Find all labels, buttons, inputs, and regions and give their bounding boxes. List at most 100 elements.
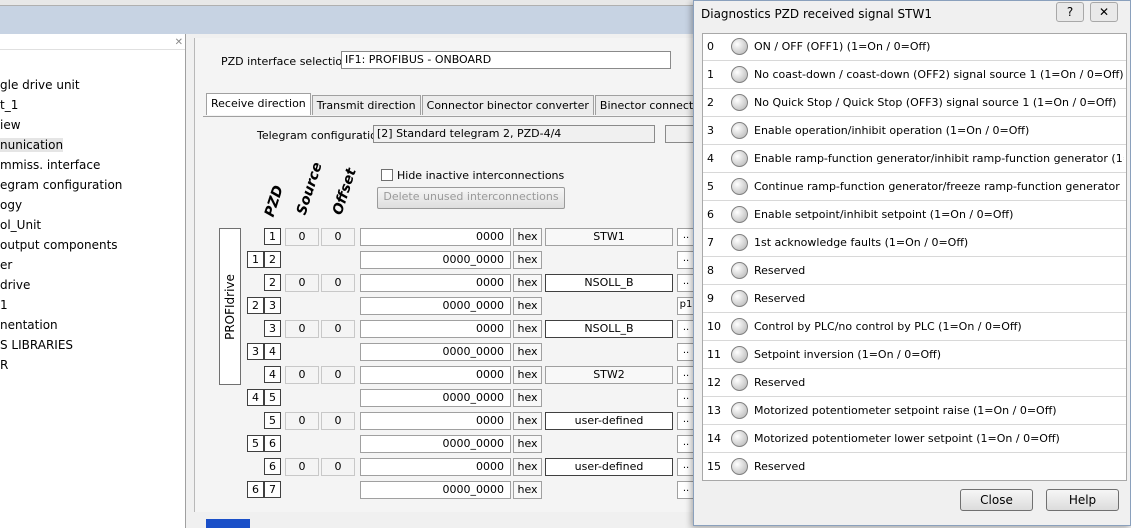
status-led-icon	[731, 234, 748, 251]
tree-item[interactable]: t_1	[0, 98, 18, 112]
close-icon[interactable]: ✕	[1090, 2, 1118, 22]
offset-value: 0	[321, 412, 355, 430]
status-led-icon	[731, 150, 748, 167]
tab-transmit-direction[interactable]: Transmit direction	[311, 95, 421, 115]
pzd-number: 4	[264, 366, 281, 383]
pzd-value-field[interactable]: 0000	[360, 366, 511, 384]
tree-item[interactable]: gle drive unit	[0, 78, 80, 92]
title-band	[0, 6, 700, 34]
bit-description: Control by PLC/no control by PLC (1=On /…	[754, 320, 1022, 333]
hex-button[interactable]: hex	[513, 435, 542, 453]
tab-receive-direction[interactable]: Receive direction	[206, 93, 311, 115]
bit-number: 7	[707, 236, 714, 249]
pzd-number: 2	[264, 274, 281, 291]
source-value: 0	[285, 458, 319, 476]
bit-description: No Quick Stop / Quick Stop (OFF3) signal…	[754, 96, 1117, 109]
help-button[interactable]: Help	[1046, 489, 1119, 511]
pzd-double-value-field[interactable]: 0000_0000	[360, 251, 511, 269]
pzd-value-field[interactable]: 0000	[360, 320, 511, 338]
pzd-double-value-field[interactable]: 0000_0000	[360, 389, 511, 407]
bit-row: 4 Enable ramp-function generator/inhibit …	[703, 146, 1126, 173]
bit-number: 2	[707, 96, 714, 109]
bit-number: 12	[707, 376, 721, 389]
pzd-value-field[interactable]: 0000	[360, 458, 511, 476]
signal-name-box[interactable]: user-defined	[545, 458, 673, 476]
bit-row: 6 Enable setpoint/inhibit setpoint (1=On …	[703, 202, 1126, 229]
pzd-double-value-field[interactable]: 0000_0000	[360, 297, 511, 315]
bit-row: 1 No coast-down / coast-down (OFF2) signa…	[703, 62, 1126, 89]
bit-row: 14 Motorized potentiometer lower setpoint…	[703, 426, 1126, 453]
pzd-double-value-field[interactable]: 0000_0000	[360, 343, 511, 361]
source-value: 0	[285, 228, 319, 246]
tree-item[interactable]: er	[0, 258, 12, 272]
hex-button[interactable]: hex	[513, 320, 542, 338]
tree-item[interactable]: S LIBRARIES	[0, 338, 73, 352]
hex-button[interactable]: hex	[513, 366, 542, 384]
pzd-value-field[interactable]: 0000	[360, 412, 511, 430]
telegram-config-button[interactable]	[665, 125, 695, 143]
source-value: 0	[285, 274, 319, 292]
bit-row: 3 Enable operation/inhibit operation (1=O…	[703, 118, 1126, 145]
tree-item[interactable]: nunication	[0, 138, 64, 152]
tree-item[interactable]: R	[0, 358, 8, 372]
project-tree: ✕ gle drive unit t_1iew nunication mmiss. i…	[0, 34, 186, 528]
close-icon[interactable]: ✕	[175, 37, 183, 48]
bit-row: 15 Reserved	[703, 454, 1126, 480]
tree-item[interactable]: 1	[0, 298, 8, 312]
close-button[interactable]: Close	[960, 489, 1033, 511]
pzd-pair-number: 2	[247, 297, 264, 314]
hex-button[interactable]: hex	[513, 274, 542, 292]
bit-description: Enable setpoint/inhibit setpoint (1=On /…	[754, 208, 1014, 221]
tab-connector-binector-converter[interactable]: Connector binector converter	[421, 95, 594, 115]
tree-item[interactable]: drive	[0, 278, 30, 292]
pzd-value-field[interactable]: 0000	[360, 274, 511, 292]
help-icon[interactable]: ?	[1056, 2, 1084, 22]
tree-item[interactable]: ogy	[0, 198, 22, 212]
hide-inactive-checkbox[interactable]	[381, 169, 393, 181]
tree-item[interactable]: ol_Unit	[0, 218, 41, 232]
hide-inactive-label: Hide inactive interconnections	[397, 169, 565, 182]
hex-button[interactable]: hex	[513, 343, 542, 361]
pzd-pair-number: 4	[264, 343, 281, 360]
bit-row: 11 Setpoint inversion (1=On / 0=Off)	[703, 342, 1126, 369]
hex-button[interactable]: hex	[513, 297, 542, 315]
bit-description: Enable ramp-function generator/inhibit r…	[754, 152, 1124, 165]
status-led-icon	[731, 402, 748, 419]
diagnostics-dialog: Diagnostics PZD received signal STW1 ? ✕…	[693, 0, 1131, 526]
delete-unused-button[interactable]: Delete unused interconnections	[377, 187, 565, 209]
tree-item[interactable]: iew	[0, 118, 21, 132]
pzd-double-value-field[interactable]: 0000_0000	[360, 435, 511, 453]
pzd-interface-label: PZD interface selection:	[221, 55, 353, 68]
tree-header: ✕	[0, 34, 185, 50]
hex-button[interactable]: hex	[513, 228, 542, 246]
tree-item[interactable]: output components	[0, 238, 118, 252]
signal-name-box[interactable]: user-defined	[545, 412, 673, 430]
signal-name-box[interactable]: NSOLL_B	[545, 320, 673, 338]
hex-button[interactable]: hex	[513, 251, 542, 269]
pzd-pair-number: 2	[264, 251, 281, 268]
hex-button[interactable]: hex	[513, 481, 542, 499]
pzd-interface-select[interactable]: IF1: PROFIBUS - ONBOARD	[341, 51, 671, 69]
pzd-value-field[interactable]: 0000	[360, 228, 511, 246]
telegram-config-select[interactable]: [2] Standard telegram 2, PZD-4/4	[373, 125, 655, 143]
offset-value: 0	[321, 458, 355, 476]
bit-number: 15	[707, 460, 721, 473]
pzd-double-value-field[interactable]: 0000_0000	[360, 481, 511, 499]
pzd-pair-number: 4	[247, 389, 264, 406]
hex-button[interactable]: hex	[513, 389, 542, 407]
bit-description: 1st acknowledge faults (1=On / 0=Off)	[754, 236, 969, 249]
bit-description: Reserved	[754, 376, 806, 389]
bit-number: 5	[707, 180, 714, 193]
hex-button[interactable]: hex	[513, 412, 542, 430]
tree-item[interactable]: mmiss. interface	[0, 158, 100, 172]
signal-name-box[interactable]: STW2	[545, 366, 673, 384]
signal-name-box[interactable]: NSOLL_B	[545, 274, 673, 292]
status-led-icon	[731, 374, 748, 391]
tree-item[interactable]: egram configuration	[0, 178, 122, 192]
bit-row: 13 Motorized potentiometer setpoint raise…	[703, 398, 1126, 425]
tree-item[interactable]: nentation	[0, 318, 58, 332]
hex-button[interactable]: hex	[513, 458, 542, 476]
offset-value: 0	[321, 366, 355, 384]
status-led-icon	[731, 94, 748, 111]
signal-name-box[interactable]: STW1	[545, 228, 673, 246]
